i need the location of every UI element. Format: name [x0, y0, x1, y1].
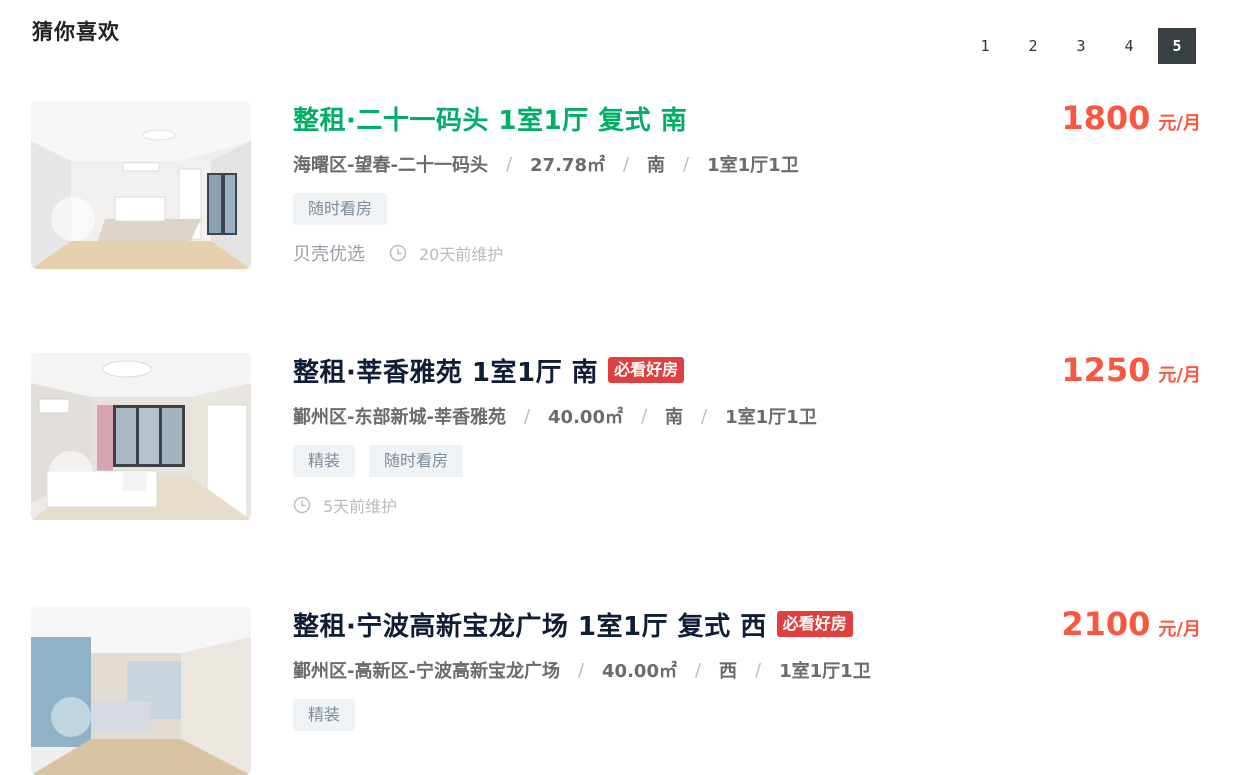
listing-photo[interactable]: [31, 101, 251, 269]
listing-info: 整租·二十一码头 1室1厅 复式 南 海曙区-望春-二十一码头 / 27.78㎡…: [293, 101, 1013, 265]
listing-info: 整租·宁波高新宝龙广场 1室1厅 复式 西 必看好房 鄞州区-高新区-宁波高新宝…: [293, 607, 1013, 731]
section-title: 猜你喜欢: [32, 20, 120, 44]
listing-photo[interactable]: [31, 353, 251, 521]
orientation: 南: [647, 155, 666, 176]
tag: 随时看房: [369, 445, 464, 477]
divider: /: [755, 659, 762, 681]
listing-title[interactable]: 整租·宁波高新宝龙广场 1室1厅 复式 西: [293, 606, 767, 643]
maintained-time: 5天前维护: [323, 497, 398, 516]
title-row: 整租·莘香雅苑 1室1厅 南 必看好房: [293, 352, 1013, 389]
divider: /: [523, 405, 531, 427]
listing-photo[interactable]: [31, 607, 251, 775]
listing-title[interactable]: 整租·莘香雅苑 1室1厅 南: [293, 352, 598, 389]
page-button-5[interactable]: 5: [1158, 28, 1196, 64]
listing-info: 整租·莘香雅苑 1室1厅 南 必看好房 鄞州区-东部新城-莘香雅苑 / 40.0…: [293, 353, 1013, 517]
page-button-3[interactable]: 3: [1062, 28, 1100, 64]
area: 27.78㎡: [530, 155, 605, 176]
price-unit: 元/月: [1158, 619, 1201, 640]
price: 1250 元/月: [1061, 351, 1201, 389]
price-unit: 元/月: [1158, 113, 1201, 134]
listing-title[interactable]: 整租·二十一码头 1室1厅 复式 南: [293, 100, 687, 137]
title-row: 整租·宁波高新宝龙广场 1室1厅 复式 西 必看好房: [293, 606, 1013, 643]
room-layout: 1室1厅1卫: [707, 155, 799, 176]
title-row: 整租·二十一码头 1室1厅 复式 南: [293, 100, 1013, 137]
price-value: 1250: [1061, 351, 1151, 389]
tag: 精装: [293, 699, 356, 731]
room-photo-image: [31, 353, 251, 520]
listing-description: 海曙区-望春-二十一码头 / 27.78㎡ / 南 / 1室1厅1卫: [293, 151, 1013, 177]
location: 海曙区-望春-二十一码头: [293, 155, 488, 176]
page-button-2[interactable]: 2: [1014, 28, 1052, 64]
must-see-badge: 必看好房: [776, 611, 853, 637]
area: 40.00㎡: [548, 407, 623, 428]
room-layout: 1室1厅1卫: [779, 661, 871, 682]
clock-icon: [293, 496, 311, 514]
brand-label: 贝壳优选: [293, 244, 365, 265]
tag-list: 精装: [293, 699, 1013, 731]
orientation: 西: [719, 661, 738, 682]
orientation: 南: [665, 407, 684, 428]
price-unit: 元/月: [1158, 365, 1201, 386]
room-photo-image: [31, 101, 251, 269]
divider: /: [622, 153, 630, 175]
divider: /: [640, 405, 648, 427]
price: 1800 元/月: [1061, 99, 1201, 137]
room-layout: 1室1厅1卫: [725, 407, 817, 428]
listing-description: 鄞州区-东部新城-莘香雅苑 / 40.00㎡ / 南 / 1室1厅1卫: [293, 403, 1013, 429]
divider: /: [701, 405, 708, 427]
divider: /: [694, 659, 702, 681]
price-value: 2100: [1061, 605, 1151, 643]
room-photo-image: [31, 607, 251, 775]
price: 2100 元/月: [1061, 605, 1201, 643]
clock-icon: [389, 244, 407, 262]
divider: /: [505, 153, 513, 175]
tag: 随时看房: [293, 193, 388, 225]
listing-meta: 贝壳优选 20天前维护: [293, 241, 1013, 265]
page-button-4[interactable]: 4: [1110, 28, 1148, 64]
tag-list: 精装 随时看房: [293, 445, 1013, 477]
location: 鄞州区-高新区-宁波高新宝龙广场: [293, 661, 560, 682]
price-value: 1800: [1061, 99, 1151, 137]
maintained-time: 20天前维护: [419, 245, 504, 264]
location: 鄞州区-东部新城-莘香雅苑: [293, 407, 506, 428]
divider: /: [683, 153, 690, 175]
listing-description: 鄞州区-高新区-宁波高新宝龙广场 / 40.00㎡ / 西 / 1室1厅1卫: [293, 657, 1013, 683]
tag-list: 随时看房: [293, 193, 1013, 225]
area: 40.00㎡: [602, 661, 677, 682]
pagination: 1 2 3 4 5: [966, 28, 1196, 64]
must-see-badge: 必看好房: [608, 357, 685, 383]
page-button-1[interactable]: 1: [966, 28, 1004, 64]
tag: 精装: [293, 445, 356, 477]
listing-meta: 5天前维护: [293, 493, 1013, 517]
divider: /: [577, 659, 585, 681]
